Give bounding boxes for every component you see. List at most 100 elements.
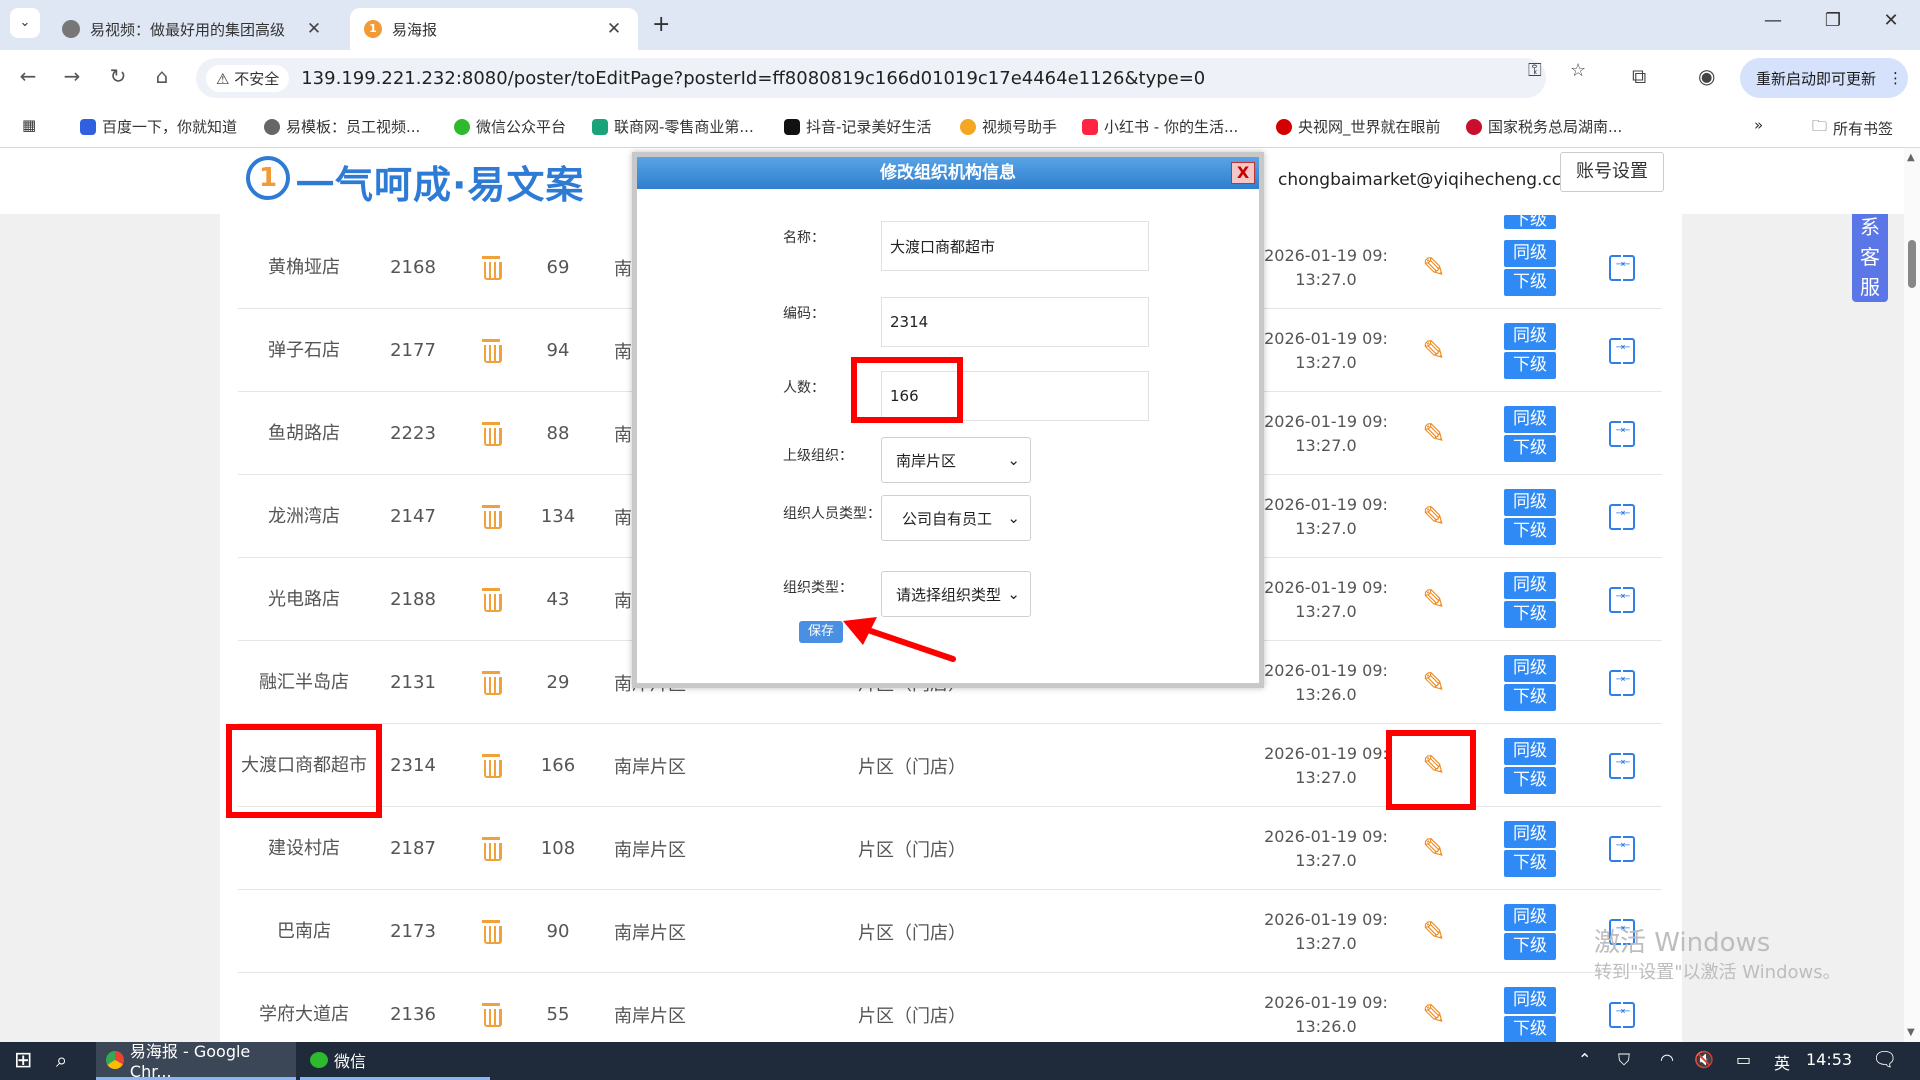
delete-button[interactable] [476,392,506,475]
sub-level-button[interactable]: 下级 [1504,600,1556,628]
bookmark-wechat-mp[interactable]: 微信公众平台 [454,116,566,137]
extensions-icon[interactable]: ⧉ [1632,64,1646,88]
sub-level-button[interactable]: 下级 [1504,517,1556,545]
page-scrollbar[interactable]: ▲ ▼ [1904,148,1920,1042]
delete-button[interactable] [476,309,506,392]
ime-indicator[interactable]: 英 [1774,1050,1790,1074]
bookmark-xiaohongshu[interactable]: 小红书 - 你的生活... [1082,116,1238,137]
expand-button[interactable] [1602,309,1642,392]
delete-button[interactable] [476,724,506,807]
bookmark-baidu[interactable]: 百度一下，你就知道 [80,116,237,137]
delete-button[interactable] [476,558,506,641]
bookmark-douyin[interactable]: 抖音-记录美好生活 [784,116,931,137]
delete-button[interactable] [476,973,506,1042]
edit-button[interactable]: ✎ [1414,807,1454,890]
taskbar-wechat[interactable]: 微信 [300,1042,490,1080]
new-tab-button[interactable]: + [652,12,670,37]
reload-button[interactable]: ↻ [104,64,132,88]
sub-level-button[interactable]: 下级 [1504,268,1556,296]
more-bookmarks-icon[interactable]: » [1754,116,1763,134]
edit-button[interactable]: ✎ [1414,641,1454,724]
back-button[interactable]: ← [14,64,42,88]
same-level-button[interactable]: 同级 [1504,820,1556,848]
expand-button[interactable] [1602,226,1642,309]
all-bookmarks[interactable]: 🗀 所有书签 [1812,116,1893,141]
delete-button[interactable] [476,226,506,309]
url-text[interactable]: 139.199.221.232:8080/poster/toEditPage?p… [301,68,1205,89]
delete-button[interactable] [476,807,506,890]
account-settings-button[interactable]: 账号设置 [1560,152,1664,192]
security-warning[interactable]: ⚠ 不安全 [206,64,290,92]
edit-button[interactable]: ✎ [1414,558,1454,641]
same-level-button[interactable]: 同级 [1504,488,1556,516]
search-icon[interactable]: ⌕ [56,1048,67,1072]
wifi-icon[interactable]: ◠ [1660,1050,1674,1069]
sub-level-button[interactable]: 下级 [1504,1015,1556,1042]
bookmark-cctv[interactable]: 央视网_世界就在眼前 [1276,116,1441,137]
notifications-icon[interactable]: 🗨 [1872,1047,1897,1071]
close-icon[interactable]: ✕ [604,19,624,39]
delete-button[interactable] [476,641,506,724]
sub-level-button[interactable]: 下级 [1504,849,1556,877]
forward-button[interactable]: → [58,64,86,88]
scroll-up-icon[interactable]: ▲ [1907,152,1915,163]
close-icon[interactable]: ✕ [304,19,324,39]
sub-level-button[interactable]: 下级 [1504,434,1556,462]
volume-muted-icon[interactable]: 🔇 [1694,1050,1714,1069]
expand-button[interactable] [1602,641,1642,724]
bookmark-tax[interactable]: 国家税务总局湖南... [1466,116,1622,137]
expand-button[interactable] [1602,807,1642,890]
same-level-button[interactable]: 同级 [1504,986,1556,1014]
staff-type-select[interactable]: 公司自有员工 ⌄ [881,495,1031,541]
shield-icon[interactable]: ⛉ [1618,1050,1630,1070]
same-level-button[interactable]: 同级 [1504,737,1556,765]
clock[interactable]: 14:53 [1806,1050,1852,1069]
edit-button[interactable]: ✎ [1414,890,1454,973]
same-level-button[interactable]: 同级 [1504,322,1556,350]
close-window-button[interactable]: ✕ [1876,10,1906,31]
dialog-close-button[interactable]: X [1231,162,1255,184]
tab-search-button[interactable]: ⌄ [10,8,40,38]
bookmark-channels[interactable]: 视频号助手 [960,116,1057,137]
code-input[interactable] [881,297,1149,347]
update-button[interactable]: 重新启动即可更新 ⋮ [1740,58,1908,98]
sub-level-button[interactable]: 下级 [1504,932,1556,960]
same-level-button[interactable]: 同级 [1504,405,1556,433]
key-icon[interactable]: ⚿ [1528,60,1542,81]
delete-button[interactable] [476,890,506,973]
edit-button[interactable]: ✎ [1414,475,1454,558]
parent-org-select[interactable]: 南岸片区 ⌄ [881,437,1031,483]
star-icon[interactable]: ☆ [1570,60,1586,81]
name-input[interactable] [881,221,1149,271]
edit-button[interactable]: ✎ [1414,392,1454,475]
bookmark-linkshop[interactable]: 联商网-零售商业第... [592,116,754,137]
sub-level-button[interactable]: 下级 [1504,351,1556,379]
scroll-down-icon[interactable]: ▼ [1907,1027,1915,1038]
windows-start-icon[interactable]: ⊞ [14,1048,32,1073]
profile-icon[interactable]: ◉ [1698,64,1715,88]
tab-poster[interactable]: 1 易海报 ✕ [350,8,638,50]
battery-icon[interactable]: ▭ [1736,1050,1751,1069]
same-level-button[interactable]: 同级 [1504,239,1556,267]
delete-button[interactable] [476,475,506,558]
edit-button[interactable]: ✎ [1414,226,1454,309]
tab-video[interactable]: 易视频：做最好用的集团高级 ✕ [48,8,338,50]
edit-button[interactable]: ✎ [1414,309,1454,392]
edit-button[interactable]: ✎ [1414,973,1454,1042]
expand-button[interactable] [1602,724,1642,807]
restore-button[interactable]: ❐ [1818,10,1848,31]
sub-level-button[interactable]: 下级 [1504,766,1556,794]
bookmark-template[interactable]: 易模板：员工视频... [264,116,420,137]
expand-button[interactable] [1602,475,1642,558]
scrollbar-thumb[interactable] [1908,240,1916,288]
expand-button[interactable] [1602,558,1642,641]
minimize-button[interactable]: — [1758,10,1788,31]
home-button[interactable]: ⌂ [148,64,176,88]
sub-level-button[interactable]: 下级 [1504,683,1556,711]
expand-button[interactable] [1602,392,1642,475]
omnibox[interactable]: ⚠ 不安全 139.199.221.232:8080/poster/toEdit… [196,58,1546,98]
chevron-up-icon[interactable]: ⌃ [1578,1050,1591,1069]
same-level-button[interactable]: 同级 [1504,654,1556,682]
same-level-button[interactable]: 同级 [1504,571,1556,599]
apps-icon[interactable]: ▦ [22,116,36,134]
